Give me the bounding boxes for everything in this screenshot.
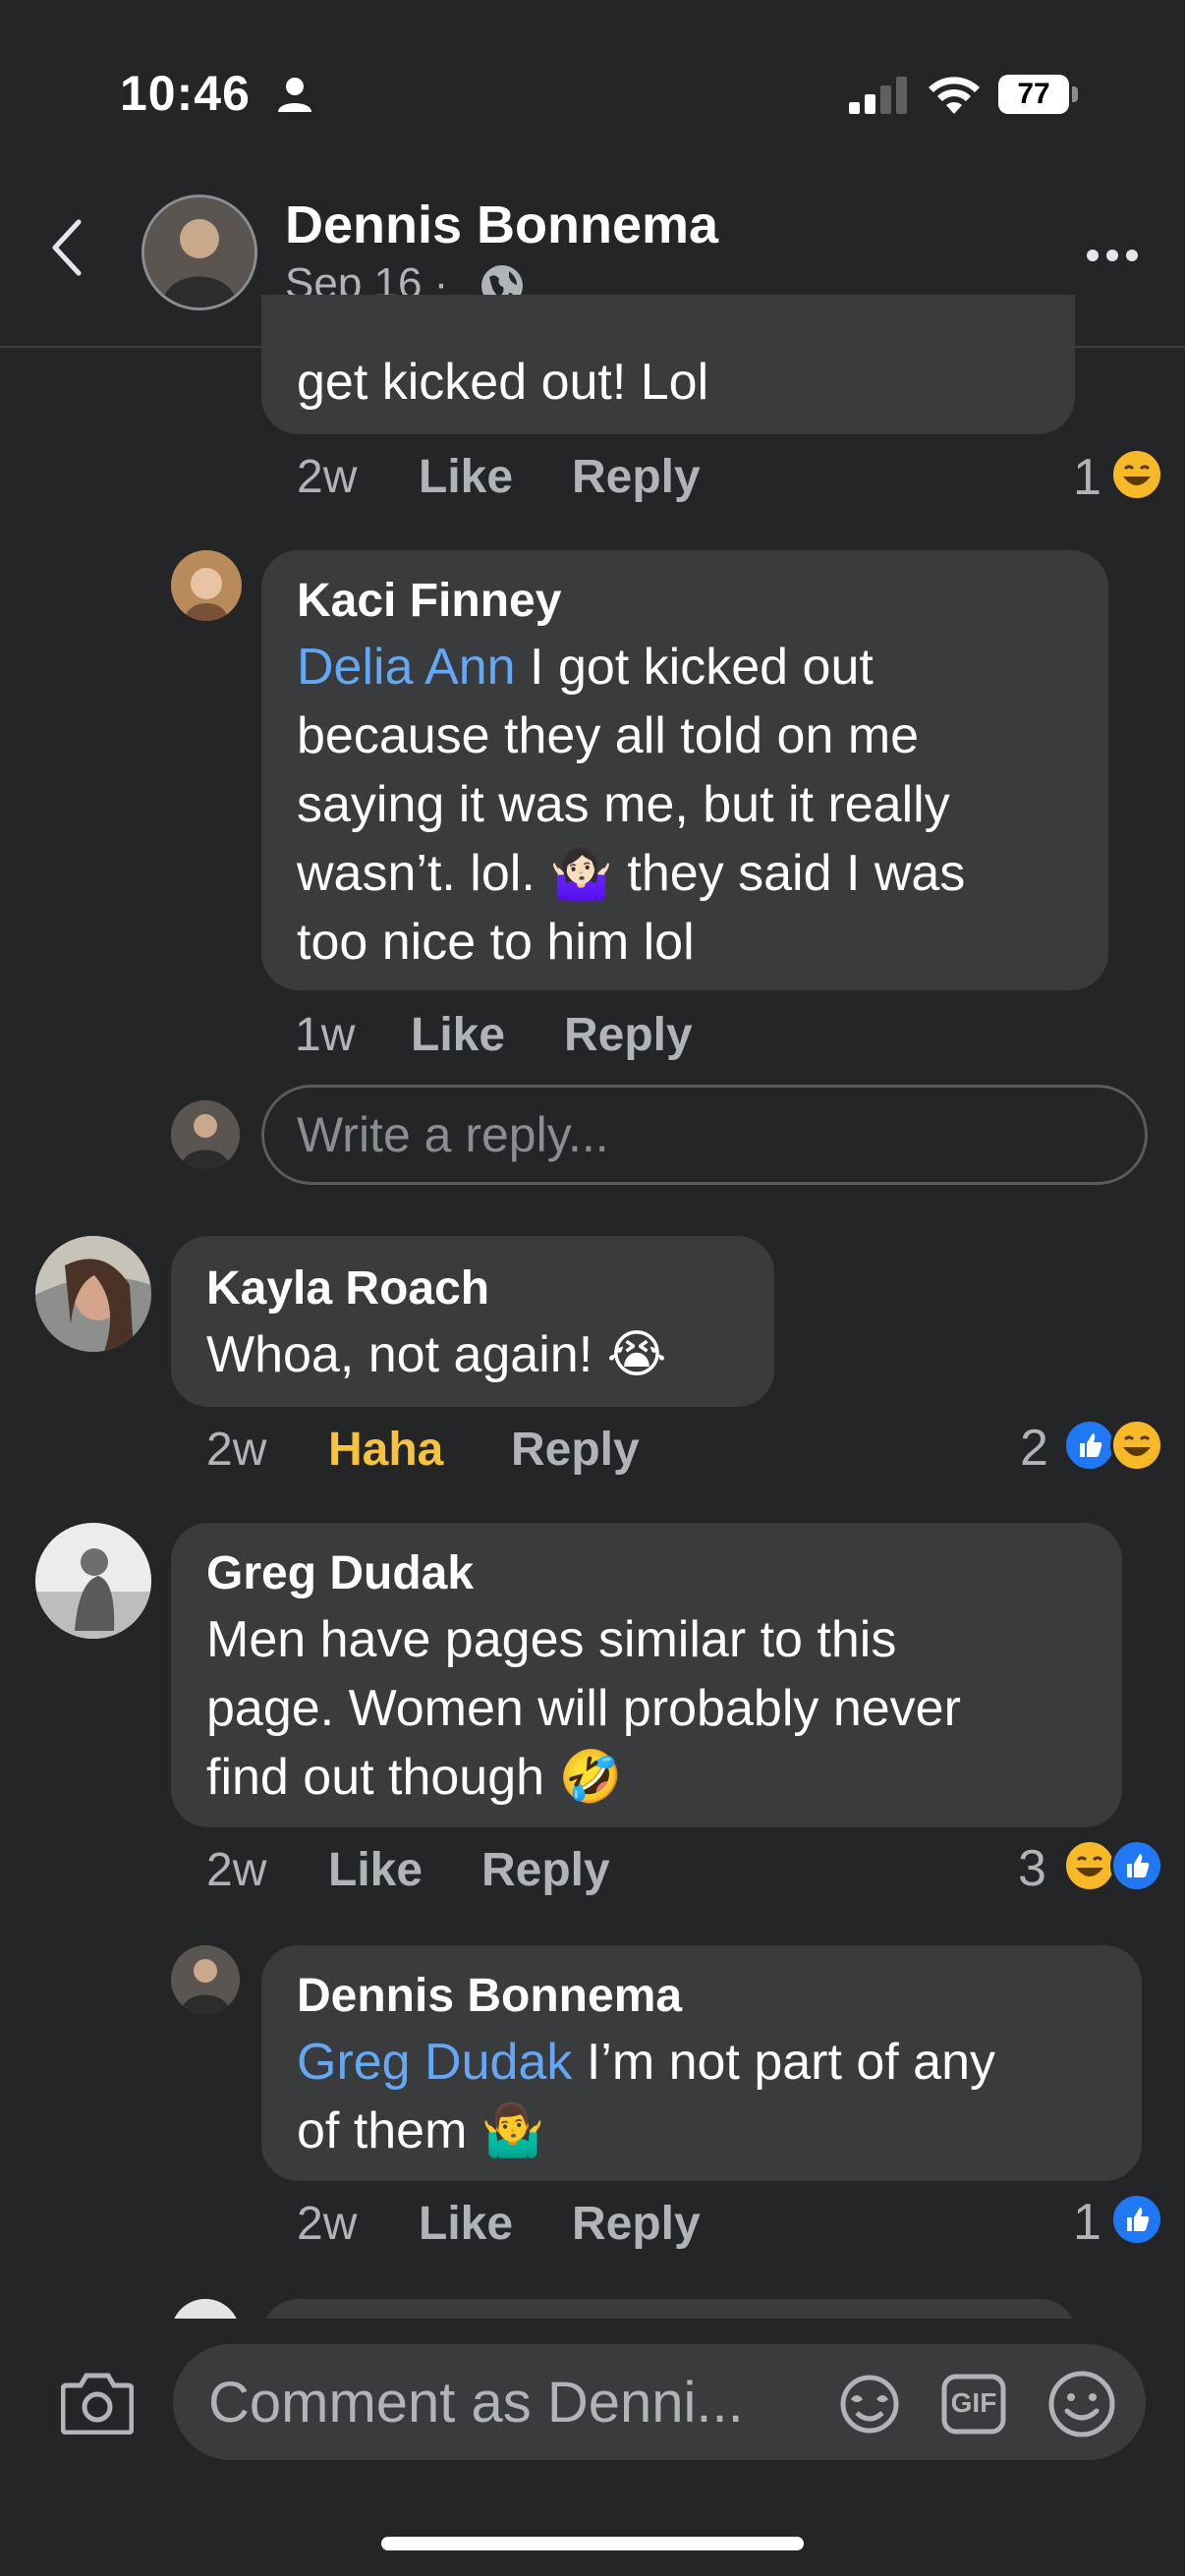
signal-icon — [849, 77, 907, 114]
comment-text: Delia Ann I got kicked out because they … — [297, 633, 1093, 977]
reply-button[interactable]: Reply — [564, 1008, 693, 1062]
comment-line: find out though 🤣 — [206, 1749, 623, 1806]
comment-text: Men have pages similar to this page. Wom… — [206, 1605, 1110, 1812]
emoji-icon[interactable] — [1047, 2370, 1116, 2438]
comment-author[interactable]: Dennis Bonnema — [297, 1969, 682, 2023]
like-reaction-icon — [1110, 2193, 1163, 2246]
comment-author[interactable]: Kayla Roach — [206, 1261, 489, 1316]
battery-level: 77 — [998, 75, 1069, 114]
comment-line: too nice to him lol — [297, 914, 695, 971]
comment-text: Greg Dudak I’m not part of any of them 🤷… — [297, 2028, 1132, 2165]
comment-placeholder: Comment as Denni... — [208, 2371, 744, 2435]
reaction-count[interactable]: 1 — [1073, 2193, 1101, 2252]
comment-time: 2w — [297, 2198, 358, 2250]
reaction-count[interactable]: 2 — [1020, 1419, 1048, 1478]
like-button[interactable]: Like — [328, 1843, 423, 1897]
page-title[interactable]: Dennis Bonnema — [285, 195, 718, 255]
back-icon[interactable] — [49, 218, 85, 277]
avatar-reaction-icon[interactable] — [837, 2374, 902, 2435]
avatar — [171, 1100, 240, 1169]
haha-reaction-icon — [1110, 1419, 1163, 1472]
camera-icon[interactable] — [61, 2370, 134, 2435]
comment-line: wasn’t. lol. 🤷🏻‍♀️ they said I was — [297, 845, 966, 902]
like-button[interactable]: Like — [411, 1008, 505, 1062]
status-time: 10:46 — [120, 66, 251, 121]
reply-button[interactable]: Reply — [572, 2197, 701, 2251]
mention-link[interactable]: Greg Dudak — [297, 2034, 572, 2091]
wifi-icon — [929, 77, 980, 114]
reaction-count[interactable]: 3 — [1018, 1839, 1046, 1898]
haha-reaction-button[interactable]: Haha — [328, 1423, 443, 1477]
comment-time: 2w — [206, 1424, 267, 1476]
comment-line: page. Women will probably never — [206, 1680, 961, 1737]
like-reaction-icon — [1063, 1419, 1116, 1472]
reply-button[interactable]: Reply — [572, 450, 701, 504]
comment-text: Whoa, not again! 😭 — [206, 1326, 667, 1383]
avatar[interactable] — [171, 550, 242, 621]
avatar[interactable] — [171, 1945, 240, 2014]
comment-author[interactable]: Greg Dudak — [206, 1546, 474, 1600]
comment-author[interactable]: Kaci Finney — [297, 574, 561, 628]
reaction-count[interactable]: 1 — [1073, 448, 1101, 507]
comment-line: I got kicked out — [515, 639, 874, 696]
reply-button[interactable]: Reply — [481, 1843, 610, 1897]
like-button[interactable]: Like — [419, 2197, 513, 2251]
more-icon[interactable] — [1085, 248, 1140, 263]
like-button[interactable]: Like — [419, 450, 513, 504]
comment-time: 2w — [297, 451, 358, 503]
like-reaction-icon — [1110, 1839, 1163, 1892]
comment-line: of them 🤷‍♂️ — [297, 2102, 545, 2159]
comment-time: 2w — [206, 1844, 267, 1896]
comment-line: I’m not part of any — [572, 2034, 996, 2091]
comment-line: Men have pages similar to this — [206, 1611, 897, 1668]
comment-line: saying it was me, but it really — [297, 776, 950, 833]
haha-reaction-icon — [1063, 1839, 1116, 1892]
reply-button[interactable]: Reply — [511, 1423, 640, 1477]
comment-line: because they all told on me — [297, 707, 920, 764]
mention-link[interactable]: Delia Ann — [297, 639, 516, 696]
gif-icon[interactable]: GIF — [941, 2374, 1006, 2435]
header-avatar[interactable] — [141, 195, 257, 310]
reply-placeholder: Write a reply... — [297, 1107, 609, 1162]
avatar[interactable] — [35, 1236, 151, 1352]
gif-label: GIF — [950, 2387, 997, 2418]
battery-icon: 77 — [998, 75, 1079, 114]
home-indicator[interactable] — [381, 2537, 804, 2550]
haha-reaction-icon — [1110, 448, 1163, 501]
comment-text: get kicked out! Lol — [297, 354, 709, 411]
person-icon — [278, 78, 311, 112]
comment-time: 1w — [295, 1009, 356, 1061]
avatar[interactable] — [35, 1523, 151, 1639]
